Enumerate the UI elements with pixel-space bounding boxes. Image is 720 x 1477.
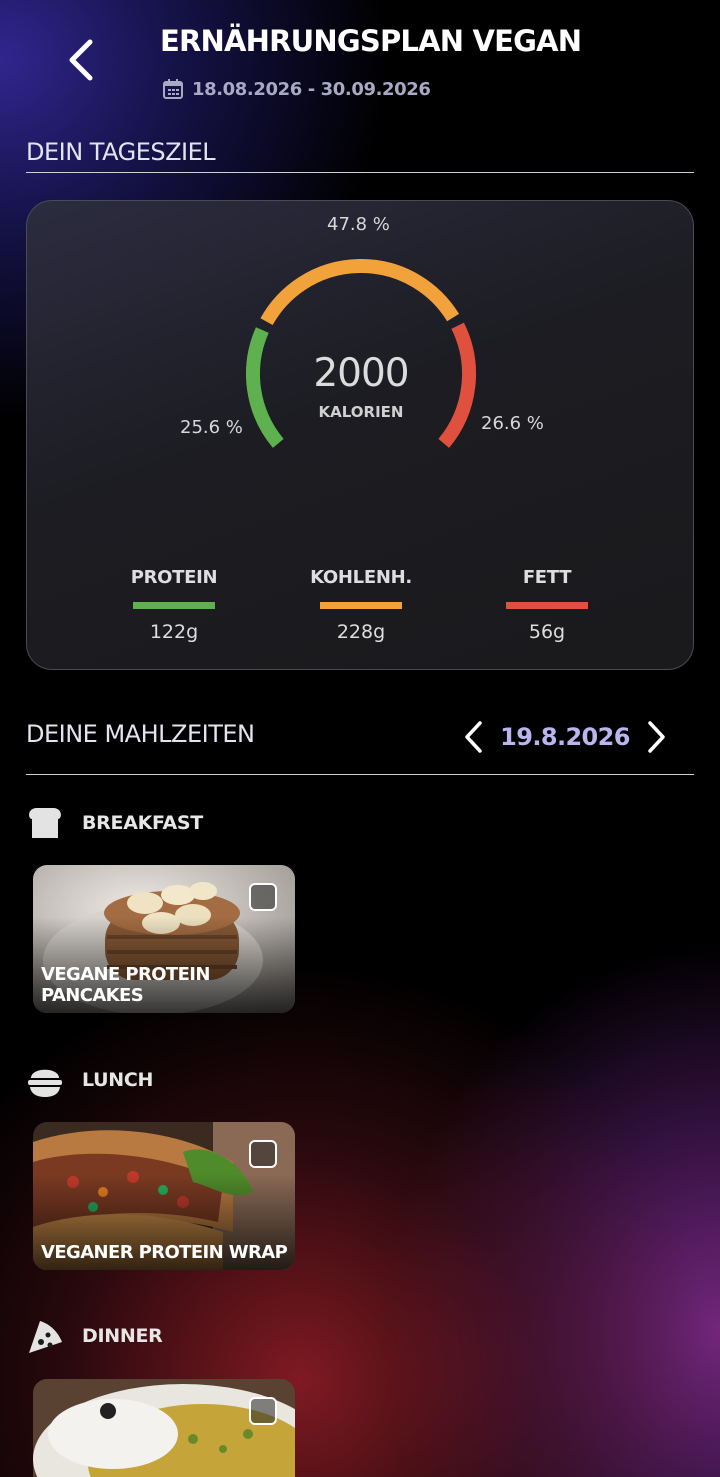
macro-color-bar <box>506 602 588 609</box>
macro-color-bar <box>133 602 215 609</box>
macro-value: 228g <box>336 621 386 643</box>
divider <box>26 774 694 775</box>
chevron-left-icon <box>465 721 482 753</box>
macro-fat: FETT 56g <box>467 567 627 643</box>
meal-category-label: DINNER <box>82 1325 163 1347</box>
chevron-right-icon <box>648 721 665 753</box>
macro-name: FETT <box>522 567 572 588</box>
calorie-label: KALORIEN <box>318 403 404 421</box>
meal-card-lunch[interactable]: VEGANER PROTEIN WRAP <box>33 1122 295 1270</box>
meal-category-lunch: LUNCH <box>26 1062 153 1098</box>
pizza-slice-icon <box>29 1321 62 1353</box>
meal-category-dinner: DINNER <box>26 1318 163 1354</box>
meal-name: VEGANER PROTEIN WRAP <box>41 1242 288 1263</box>
meal-category-breakfast: BREAKFAST <box>26 805 203 841</box>
meal-category-label: LUNCH <box>82 1069 154 1091</box>
meal-card-breakfast[interactable]: VEGANE PROTEIN PANCAKES <box>33 865 295 1013</box>
macro-name: KOHLENH. <box>310 567 412 588</box>
macro-protein: PROTEIN 122g <box>94 567 254 643</box>
plan-date-range: 18.08.2026 - 30.09.2026 <box>162 78 431 100</box>
calendar-icon <box>163 79 183 99</box>
meal-done-checkbox[interactable] <box>249 1397 277 1425</box>
back-button[interactable] <box>60 36 104 84</box>
page-title: ERNÄHRUNGSPLAN VEGAN <box>160 24 582 58</box>
divider <box>26 172 694 173</box>
daily-goal-heading: DEIN TAGESZIEL <box>26 138 216 166</box>
macro-value: 56g <box>528 621 566 643</box>
date-navigator: 19.8.2026 <box>458 716 672 758</box>
bread-icon <box>29 808 61 838</box>
chevron-left-icon <box>69 39 93 81</box>
meal-done-checkbox[interactable] <box>249 1140 277 1168</box>
rice-bowl-icon <box>28 1069 62 1097</box>
macro-value: 122g <box>149 621 199 643</box>
meal-photo <box>33 1379 295 1477</box>
meal-card-dinner[interactable] <box>33 1379 295 1477</box>
date-range-text: 18.08.2026 - 30.09.2026 <box>192 78 431 100</box>
next-day-button[interactable] <box>640 717 672 757</box>
macro-color-bar <box>320 602 402 609</box>
current-date: 19.8.2026 <box>500 723 630 751</box>
carbs-percentage: 47.8 % <box>327 214 390 235</box>
gauge-segment-carbs <box>260 259 460 326</box>
meal-name: VEGANE PROTEIN PANCAKES <box>41 964 210 1006</box>
macro-carbs: KOHLENH. 228g <box>281 567 441 643</box>
meal-done-checkbox[interactable] <box>249 883 277 911</box>
meals-heading: DEINE MAHLZEITEN <box>26 720 255 748</box>
calorie-target: 2000 <box>313 351 409 396</box>
previous-day-button[interactable] <box>458 717 490 757</box>
meal-category-label: BREAKFAST <box>82 812 203 834</box>
macro-name: PROTEIN <box>130 567 218 588</box>
daily-goal-card: 47.8 % 25.6 % 26.6 % 2000 KALORIEN PROTE… <box>26 200 694 670</box>
